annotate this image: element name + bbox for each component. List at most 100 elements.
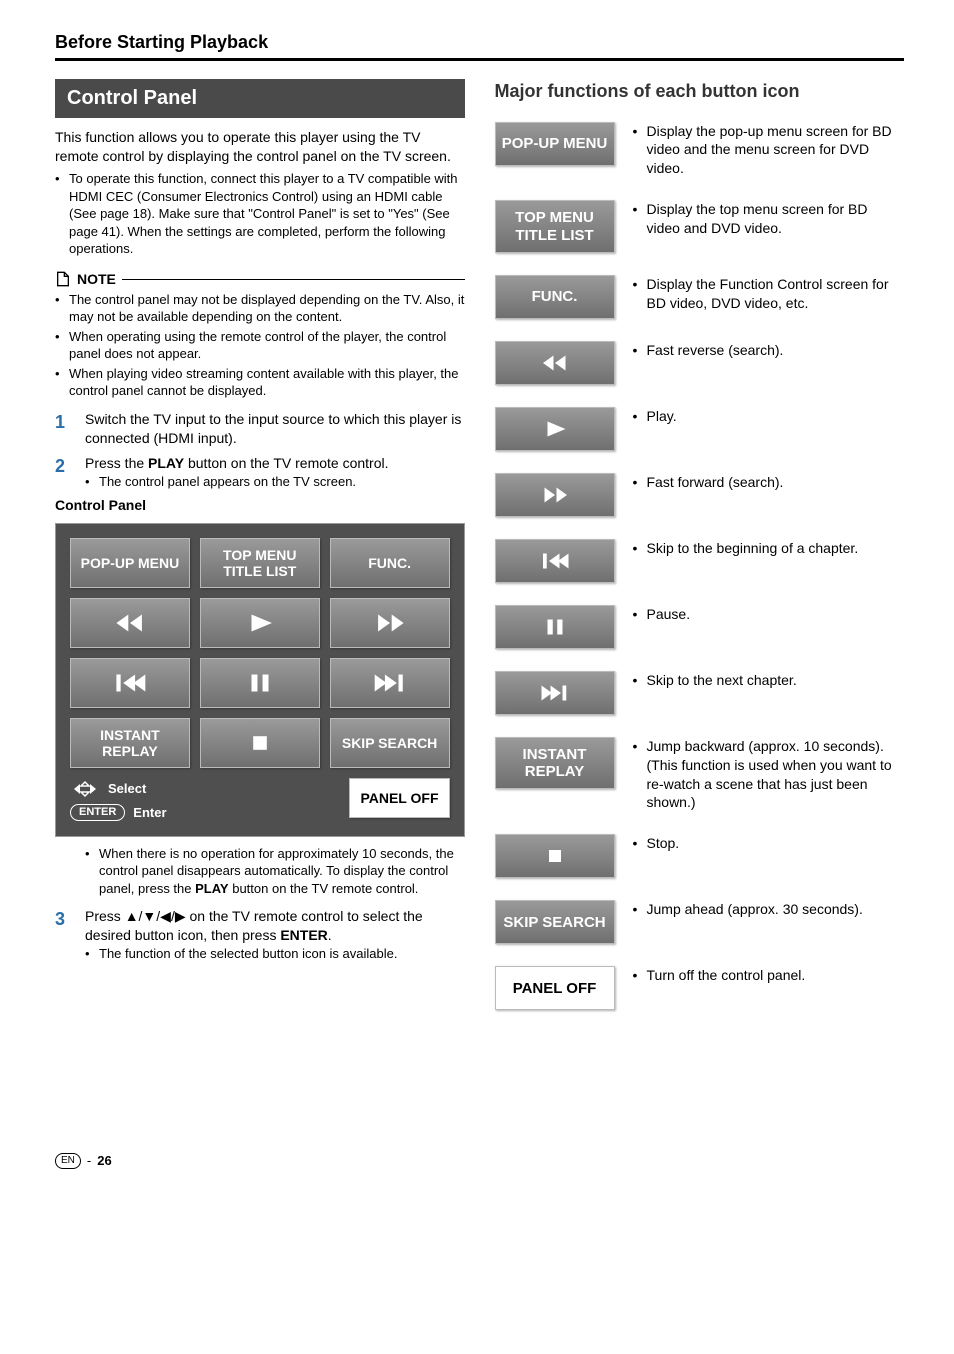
step-number: 1 (55, 410, 73, 448)
skip-prev-icon (113, 672, 147, 694)
control-panel-grid: POP-UP MENU TOP MENU TITLE LIST FUNC. IN… (70, 538, 450, 768)
skip-next-icon (373, 672, 407, 694)
function-row: Skip to the next chapter. (495, 671, 905, 715)
function-row: FUNC.Display the Function Control screen… (495, 275, 905, 319)
play-icon (243, 612, 277, 634)
function-row: TOP MENU TITLE LIST Display the top menu … (495, 200, 905, 253)
footer-dash: - (87, 1152, 91, 1170)
note-label: NOTE (77, 270, 116, 289)
step-2: 2 Press the PLAY button on the TV remote… (55, 454, 465, 490)
function-description: Display the top menu screen for BD video… (633, 200, 905, 238)
right-heading: Major functions of each button icon (495, 79, 905, 103)
control-panel-graphic: POP-UP MENU TOP MENU TITLE LIST FUNC. IN… (55, 519, 465, 837)
function-button[interactable] (495, 605, 615, 649)
page-number: 26 (97, 1152, 111, 1170)
control-panel-label: Control Panel (55, 496, 465, 515)
content-columns: Control Panel This function allows you t… (55, 79, 904, 1032)
panel-btn-top-menu[interactable]: TOP MENU TITLE LIST (200, 538, 320, 588)
panel-btn-popup-menu[interactable]: POP-UP MENU (70, 538, 190, 588)
note-list: The control panel may not be displayed d… (55, 291, 465, 400)
text: button on the TV remote control. (229, 881, 419, 896)
pause-icon (243, 672, 277, 694)
select-label: Select (108, 780, 146, 798)
function-description: Turn off the control panel. (633, 966, 905, 985)
function-button[interactable]: POP-UP MENU (495, 122, 615, 166)
function-row: Fast reverse (search). (495, 341, 905, 385)
function-row: Skip to the beginning of a chapter. (495, 539, 905, 583)
function-button[interactable]: INSTANT REPLAY (495, 737, 615, 790)
function-row: PANEL OFF Turn off the control panel. (495, 966, 905, 1010)
function-row: SKIP SEARCH Jump ahead (approx. 30 second… (495, 900, 905, 944)
panel-btn-skip-search[interactable]: SKIP SEARCH (330, 718, 450, 768)
enter-pill: ENTER (70, 804, 125, 821)
panel-btn-rewind[interactable] (70, 598, 190, 648)
panel-btn-play[interactable] (200, 598, 320, 648)
prev-icon (540, 551, 570, 571)
function-description: Pause. (633, 605, 905, 624)
panel-btn-next-chapter[interactable] (330, 658, 450, 708)
control-panel: POP-UP MENU TOP MENU TITLE LIST FUNC. IN… (55, 523, 465, 837)
step-list-continued: 3 Press ▲/▼/◀/▶ on the TV remote control… (55, 907, 465, 962)
function-button[interactable] (495, 407, 615, 451)
function-button[interactable]: TOP MENU TITLE LIST (495, 200, 615, 253)
function-row: POP-UP MENU Display the pop-up menu scree… (495, 122, 905, 179)
function-description: Fast reverse (search). (633, 341, 905, 360)
header-rule (55, 58, 904, 61)
step-list: 1 Switch the TV input to the input sourc… (55, 410, 465, 490)
function-row: Stop. (495, 834, 905, 878)
function-button[interactable]: SKIP SEARCH (495, 900, 615, 944)
function-row: Fast forward (search). (495, 473, 905, 517)
function-description: Stop. (633, 834, 905, 853)
function-button[interactable] (495, 539, 615, 583)
text: button on the TV remote control. (184, 455, 388, 471)
function-description: Display the pop-up menu screen for BD vi… (633, 122, 905, 179)
function-button[interactable] (495, 341, 615, 385)
page-footer: EN - 26 (55, 1152, 904, 1170)
panel-btn-instant-replay[interactable]: INSTANT REPLAY (70, 718, 190, 768)
note-item: When operating using the remote control … (69, 328, 465, 363)
function-row: Pause. (495, 605, 905, 649)
panel-btn-panel-off[interactable]: PANEL OFF (349, 778, 449, 818)
function-description: Jump ahead (approx. 30 seconds). (633, 900, 905, 919)
intro-text: This function allows you to operate this… (55, 128, 465, 166)
note-icon (55, 271, 71, 287)
panel-btn-func[interactable]: FUNC. (330, 538, 450, 588)
function-button[interactable]: FUNC. (495, 275, 615, 319)
panel-btn-prev-chapter[interactable] (70, 658, 190, 708)
function-button[interactable]: PANEL OFF (495, 966, 615, 1010)
function-button[interactable] (495, 671, 615, 715)
panel-btn-fast-forward[interactable] (330, 598, 450, 648)
function-button[interactable] (495, 834, 615, 878)
note-rule (122, 279, 465, 280)
fast-forward-icon (373, 612, 407, 634)
function-row: Play. (495, 407, 905, 451)
stop-icon (243, 732, 277, 754)
dpad-icon (70, 778, 100, 800)
function-description: Fast forward (search). (633, 473, 905, 492)
panel-select-row: Select (70, 778, 167, 800)
next-icon (540, 683, 570, 703)
step-text: Press ▲/▼/◀/▶ on the TV remote control t… (85, 907, 465, 962)
page-title: Before Starting Playback (55, 30, 904, 54)
text-bold: PLAY (148, 455, 184, 471)
step-sub: The function of the selected button icon… (85, 945, 465, 963)
panel-btn-pause[interactable] (200, 658, 320, 708)
section-heading-control-panel: Control Panel (55, 79, 465, 118)
page-header: Before Starting Playback (55, 30, 904, 61)
text: Press (85, 908, 125, 924)
intro-bullet: To operate this function, connect this p… (69, 170, 465, 258)
pause-icon (540, 617, 570, 637)
text-bold: PLAY (195, 881, 228, 896)
panel-btn-stop[interactable] (200, 718, 320, 768)
intro-bullets: To operate this function, connect this p… (55, 170, 465, 258)
lang-badge: EN (55, 1153, 81, 1169)
rew-icon (540, 353, 570, 373)
after-panel-note: When there is no operation for approxima… (85, 845, 465, 898)
function-button[interactable] (495, 473, 615, 517)
step-1: 1 Switch the TV input to the input sourc… (55, 410, 465, 448)
step-sub: The control panel appears on the TV scre… (85, 473, 465, 491)
ffwd-icon (540, 485, 570, 505)
text: . (328, 927, 332, 943)
rewind-icon (113, 612, 147, 634)
control-panel-footer: Select ENTER Enter PANEL OFF (70, 778, 450, 822)
